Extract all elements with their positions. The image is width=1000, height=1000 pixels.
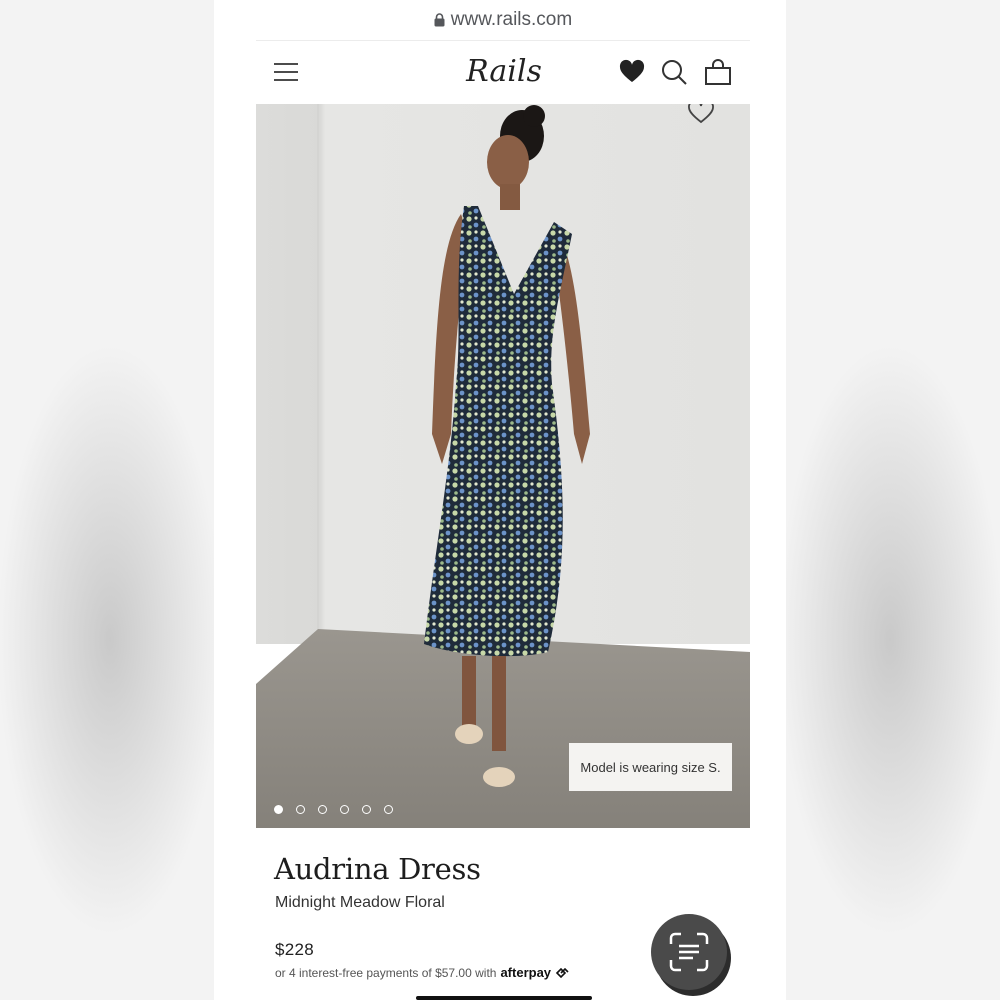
model-size-note: Model is wearing size S. (569, 743, 732, 791)
product-details: Audrina Dress Midnight Meadow Floral $22… (256, 828, 750, 1000)
product-color: Midnight Meadow Floral (275, 894, 445, 911)
carousel-indicators (274, 805, 393, 814)
carousel-dot[interactable] (274, 805, 283, 814)
search-icon[interactable] (659, 57, 689, 87)
phone-screen: www.rails.com Rails Model is wearing siz… (214, 0, 786, 1000)
home-indicator (416, 996, 592, 1000)
lock-icon (434, 13, 445, 27)
installments-text: or 4 interest-free payments of $57.00 wi… (275, 965, 497, 980)
menu-icon[interactable] (272, 60, 300, 84)
afterpay-installments[interactable]: or 4 interest-free payments of $57.00 wi… (275, 965, 569, 980)
brand-logo-text: Rails (466, 54, 542, 89)
product-photo (256, 104, 750, 828)
carousel-dot[interactable] (296, 805, 305, 814)
carousel-dot[interactable] (318, 805, 327, 814)
carousel-dot[interactable] (362, 805, 371, 814)
url-bar[interactable]: www.rails.com (256, 0, 750, 41)
url-text: www.rails.com (450, 9, 573, 30)
heart-outline-icon[interactable] (686, 104, 716, 126)
afterpay-arrows-icon (555, 967, 569, 978)
product-price: $228 (275, 940, 315, 959)
carousel-dot[interactable] (384, 805, 393, 814)
brand-logo[interactable]: Rails (459, 50, 549, 92)
visual-search-button[interactable] (651, 914, 727, 990)
browser-viewport: www.rails.com Rails Model is wearing siz… (256, 0, 750, 1000)
product-title: Audrina Dress (274, 852, 481, 886)
product-image-carousel[interactable]: Model is wearing size S. (256, 104, 750, 828)
carousel-dot[interactable] (340, 805, 349, 814)
scan-icon (669, 932, 709, 972)
afterpay-logo: afterpay (500, 965, 552, 980)
site-header: Rails (256, 40, 750, 104)
heart-icon[interactable] (617, 57, 647, 87)
shopping-bag-icon[interactable] (703, 57, 733, 87)
